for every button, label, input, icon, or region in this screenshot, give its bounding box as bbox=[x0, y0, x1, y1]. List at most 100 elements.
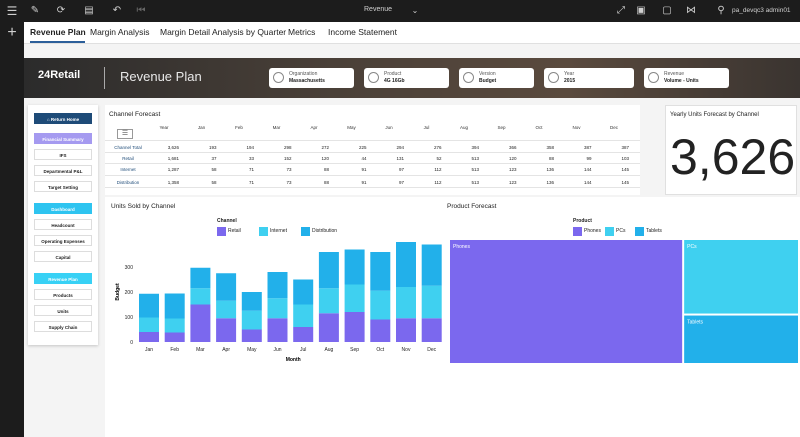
bar-retail-mar[interactable] bbox=[190, 304, 211, 343]
bar-internet-feb[interactable] bbox=[164, 318, 185, 333]
bar-distribution-jul[interactable] bbox=[293, 279, 314, 305]
legend-distribution[interactable]: Distribution bbox=[301, 227, 337, 236]
table-cell[interactable]: 123 bbox=[487, 180, 517, 185]
legend-internet[interactable]: Internet bbox=[259, 227, 287, 236]
bar-internet-mar[interactable] bbox=[190, 288, 211, 305]
fullscreen-icon[interactable]: ⤢ bbox=[614, 4, 628, 18]
nav-button-products[interactable]: Products bbox=[34, 289, 92, 300]
table-cell[interactable]: 513 bbox=[449, 180, 479, 185]
table-cell[interactable]: 272 bbox=[299, 145, 329, 150]
bar-distribution-mar[interactable] bbox=[190, 267, 211, 289]
table-cell[interactable]: 358 bbox=[524, 145, 554, 150]
bar-distribution-feb[interactable] bbox=[164, 293, 185, 319]
treemap-cell-phones[interactable] bbox=[450, 240, 683, 363]
bar-distribution-apr[interactable] bbox=[216, 273, 237, 301]
add-icon[interactable]: + bbox=[5, 25, 19, 41]
tab-margin-analysis[interactable]: Margin Analysis bbox=[90, 27, 150, 37]
filter-year[interactable]: Year 2015 bbox=[544, 68, 634, 88]
table-cell[interactable]: 103 bbox=[599, 156, 629, 161]
table-cell[interactable]: 193 bbox=[187, 145, 217, 150]
bar-distribution-dec[interactable] bbox=[421, 244, 442, 286]
bar-internet-may[interactable] bbox=[241, 310, 262, 330]
table-cell[interactable]: 58 bbox=[187, 180, 216, 185]
table-cell[interactable]: 91 bbox=[337, 167, 366, 172]
bar-internet-jun[interactable] bbox=[267, 298, 288, 319]
bar-retail-nov[interactable] bbox=[396, 318, 416, 342]
table-cell[interactable]: 276 bbox=[412, 145, 442, 150]
table-cell[interactable]: 88 bbox=[524, 156, 554, 161]
bar-retail-sep[interactable] bbox=[344, 312, 365, 342]
bar-retail-dec[interactable] bbox=[421, 318, 442, 342]
bar-distribution-oct[interactable] bbox=[370, 252, 391, 291]
table-cell[interactable]: 194 bbox=[224, 145, 254, 150]
back-icon[interactable]: ⏮ bbox=[134, 4, 148, 18]
table-cell[interactable]: 1,287 bbox=[149, 167, 179, 172]
bar-retail-jun[interactable] bbox=[267, 318, 288, 342]
bar-retail-aug[interactable] bbox=[318, 313, 339, 342]
table-cell[interactable]: 144 bbox=[562, 180, 592, 185]
nav-button-dashboard[interactable]: Dashboard bbox=[34, 203, 92, 214]
table-cell[interactable]: 144 bbox=[562, 167, 592, 172]
legend-retail[interactable]: Retail bbox=[217, 227, 241, 236]
document-title[interactable]: Revenue bbox=[364, 6, 392, 13]
bar-internet-oct[interactable] bbox=[370, 290, 391, 320]
table-cell[interactable]: 225 bbox=[337, 145, 367, 150]
bar-internet-nov[interactable] bbox=[396, 287, 416, 319]
table-cell[interactable]: 33 bbox=[224, 156, 254, 161]
table-cell[interactable]: 513 bbox=[449, 156, 479, 161]
tab-metrics[interactable]: Metrics bbox=[288, 27, 315, 37]
bar-retail-oct[interactable] bbox=[370, 319, 391, 343]
table-cell[interactable]: 120 bbox=[487, 156, 517, 161]
edit-icon[interactable]: ✎ bbox=[28, 4, 42, 18]
table-cell[interactable]: 73 bbox=[262, 180, 291, 185]
user-icon[interactable]: ⚲ bbox=[714, 4, 728, 18]
bar-distribution-may[interactable] bbox=[241, 292, 262, 311]
table-cell[interactable]: 152 bbox=[262, 156, 292, 161]
table-cell[interactable]: 145 bbox=[599, 180, 629, 185]
bar-distribution-jan[interactable] bbox=[139, 293, 159, 318]
table-cell[interactable]: 91 bbox=[337, 180, 366, 185]
table-cell[interactable]: 71 bbox=[224, 180, 254, 185]
bar-distribution-aug[interactable] bbox=[318, 252, 339, 289]
table-menu-icon[interactable]: ☰ bbox=[117, 129, 133, 139]
share-icon[interactable]: ⋈ bbox=[684, 4, 698, 18]
table-cell[interactable]: 99 bbox=[562, 156, 591, 161]
nav-button-capital[interactable]: Capital bbox=[34, 251, 92, 262]
table-cell[interactable]: 136 bbox=[524, 167, 554, 172]
nav-button-units[interactable]: Units bbox=[34, 305, 92, 316]
legend-tablets[interactable]: Tablets bbox=[635, 227, 662, 236]
table-cell[interactable]: 394 bbox=[449, 145, 479, 150]
bar-retail-may[interactable] bbox=[241, 329, 262, 343]
table-cell[interactable]: 58 bbox=[187, 167, 216, 172]
nav-button-target-setting[interactable]: Target Setting bbox=[34, 181, 92, 192]
bar-retail-apr[interactable] bbox=[216, 318, 237, 342]
table-cell[interactable]: 123 bbox=[487, 167, 517, 172]
nav-button-financial-summary[interactable]: Financial Summary bbox=[34, 133, 92, 144]
comment-icon[interactable]: ▢ bbox=[660, 4, 674, 18]
table-cell[interactable]: 71 bbox=[224, 167, 254, 172]
nav-button-headcount[interactable]: Headcount bbox=[34, 219, 92, 230]
nav-button-departmental-p-l[interactable]: Departmental P&L bbox=[34, 165, 92, 176]
table-cell[interactable]: 97 bbox=[374, 167, 404, 172]
filter-product[interactable]: Product 4G 16Gb bbox=[364, 68, 449, 88]
filter-version[interactable]: Version Budget bbox=[459, 68, 534, 88]
bar-distribution-jun[interactable] bbox=[267, 272, 288, 299]
bar-internet-aug[interactable] bbox=[318, 288, 339, 314]
treemap-cell-pcs[interactable] bbox=[684, 240, 798, 314]
table-cell[interactable]: 112 bbox=[412, 167, 441, 172]
filter-organization[interactable]: Organization Massachusetts bbox=[269, 68, 354, 88]
bar-distribution-sep[interactable] bbox=[344, 249, 365, 285]
bar-distribution-nov[interactable] bbox=[396, 242, 416, 287]
table-cell[interactable]: 44 bbox=[337, 156, 366, 161]
bar-retail-jul[interactable] bbox=[293, 327, 314, 342]
legend-pcs[interactable]: PCs bbox=[605, 227, 625, 236]
menu-icon[interactable]: ☰ bbox=[5, 4, 19, 18]
bar-internet-jul[interactable] bbox=[293, 304, 314, 328]
nav-button-ifs[interactable]: IFS bbox=[34, 149, 92, 160]
user-name[interactable]: pa_devqc3 admin01 bbox=[732, 7, 791, 14]
nav-button-operating-expenses[interactable]: Operating Expenses bbox=[34, 235, 92, 246]
table-cell[interactable]: 3,626 bbox=[149, 145, 179, 150]
table-cell[interactable]: 387 bbox=[599, 145, 629, 150]
legend-phones[interactable]: Phones bbox=[573, 227, 601, 236]
tab-revenue-plan[interactable]: Revenue Plan bbox=[30, 27, 86, 37]
